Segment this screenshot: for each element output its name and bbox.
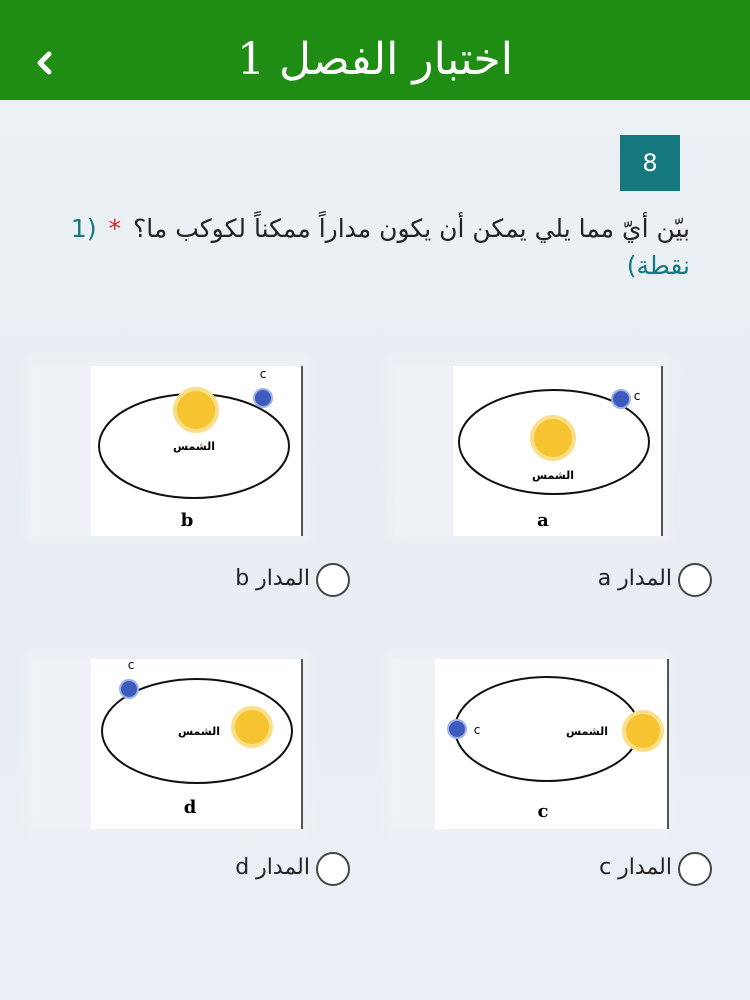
sun-icon <box>530 415 576 461</box>
diagram-letter: c <box>538 801 549 822</box>
planet-icon <box>119 679 139 699</box>
sun-label: الشمس <box>532 469 574 482</box>
diagram-letter: d <box>184 797 197 818</box>
orbit-diagram-d: الشمس c d <box>91 659 303 829</box>
choice-option-d[interactable]: المدار d <box>218 852 358 892</box>
planet-label: c <box>474 723 481 737</box>
app-header: اختبار الفصل 1 <box>0 0 750 100</box>
required-mark: * <box>108 214 122 243</box>
question-number-badge: 8 <box>620 135 680 191</box>
choice-option-b[interactable]: المدار b <box>218 563 358 603</box>
planet-icon <box>253 388 273 408</box>
planet-icon <box>447 719 467 739</box>
sun-icon <box>622 710 664 752</box>
planet-label: c <box>260 367 267 381</box>
sun-label: الشمس <box>173 440 215 453</box>
orbit-diagram-b: الشمس c b <box>91 366 303 536</box>
planet-label: c <box>128 659 135 672</box>
option-card-c: الشمس c c <box>393 659 669 829</box>
radio-button-a[interactable] <box>678 563 712 597</box>
sun-label: الشمس <box>178 725 220 738</box>
radio-button-c[interactable] <box>678 852 712 886</box>
radio-button-b[interactable] <box>316 563 350 597</box>
page-title: اختبار الفصل 1 <box>237 34 513 85</box>
choice-option-a[interactable]: المدار a <box>580 563 720 603</box>
option-card-a: الشمس c a <box>395 366 665 536</box>
question-text: بيّن أيّ مما يلي يمكن أن يكون مداراً ممك… <box>133 214 690 243</box>
orbit-path <box>454 676 640 782</box>
sun-icon <box>173 387 219 433</box>
choice-label-c: المدار c <box>599 855 672 880</box>
diagram-letter: b <box>181 510 194 531</box>
choice-label-a: المدار a <box>597 566 672 591</box>
sun-icon <box>231 706 273 748</box>
choice-label-d: المدار d <box>235 855 310 880</box>
question-text-block: بيّن أيّ مما يلي يمكن أن يكون مداراً ممك… <box>70 210 690 284</box>
option-card-b: الشمس c b <box>33 366 303 536</box>
diagram-letter: a <box>537 510 549 531</box>
planet-icon <box>611 389 631 409</box>
sun-label: الشمس <box>566 725 608 738</box>
choice-label-b: المدار b <box>235 566 310 591</box>
orbit-diagram-a: الشمس c a <box>453 366 663 536</box>
option-card-d: الشمس c d <box>33 659 303 829</box>
choice-option-c[interactable]: المدار c <box>580 852 720 892</box>
orbit-diagram-c: الشمس c c <box>435 659 669 829</box>
planet-label: c <box>634 389 641 403</box>
radio-button-d[interactable] <box>316 852 350 886</box>
